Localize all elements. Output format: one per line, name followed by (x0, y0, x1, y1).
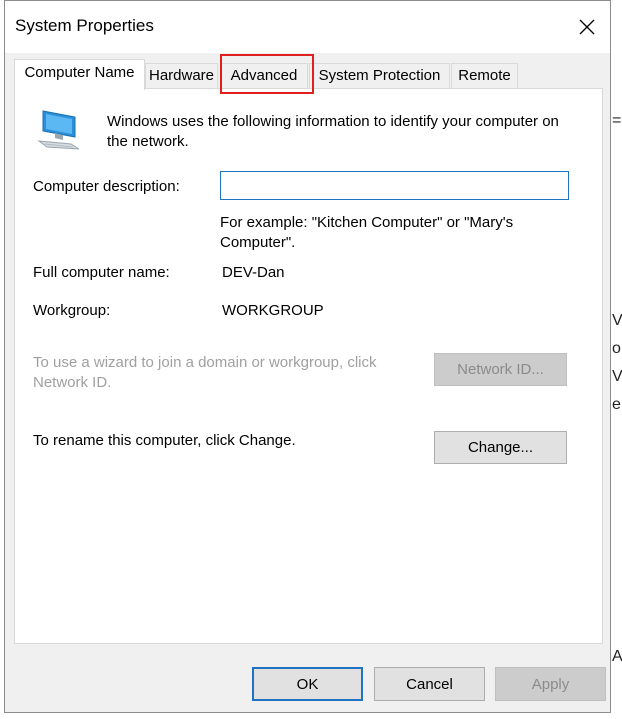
dialog-title: System Properties (15, 16, 154, 35)
background-text: e (612, 396, 621, 413)
ok-button[interactable]: OK (252, 667, 363, 701)
rename-text: To rename this computer, click Change. (33, 432, 296, 449)
cancel-button[interactable]: Cancel (374, 667, 485, 701)
close-button[interactable] (564, 1, 610, 53)
title-bar[interactable]: System Properties (5, 1, 610, 53)
background-text: V (612, 368, 622, 385)
workgroup-value: WORKGROUP (222, 302, 324, 319)
computer-description-label: Computer description: (33, 178, 180, 195)
full-computer-name-label: Full computer name: (33, 264, 170, 281)
change-button[interactable]: Change... (434, 431, 567, 464)
background-text: V (612, 312, 622, 329)
workgroup-label: Workgroup: (33, 302, 111, 319)
full-computer-name-value: DEV-Dan (222, 264, 285, 281)
apply-button[interactable]: Apply (495, 667, 606, 701)
tab-advanced[interactable]: Advanced (220, 63, 308, 89)
network-id-button[interactable]: Network ID... (434, 353, 567, 386)
tab-system-protection[interactable]: System Protection (309, 63, 450, 89)
tab-remote[interactable]: Remote (451, 63, 518, 89)
background-text: A (612, 648, 622, 665)
tab-hardware[interactable]: Hardware (145, 63, 218, 89)
tab-computer-name[interactable]: Computer Name (14, 59, 145, 90)
system-properties-dialog: System Properties Computer Name Hardware… (4, 0, 611, 713)
network-wizard-text: To use a wizard to join a domain or work… (33, 354, 377, 391)
background-text: = (612, 112, 622, 129)
computer-icon (37, 110, 80, 150)
intro-text: Windows uses the following information t… (107, 113, 559, 150)
background-window-edge (611, 0, 622, 719)
background-text: o (612, 340, 621, 357)
close-icon (579, 19, 595, 35)
computer-description-input[interactable] (220, 171, 569, 200)
example-text: For example: "Kitchen Computer" or "Mary… (220, 214, 514, 251)
